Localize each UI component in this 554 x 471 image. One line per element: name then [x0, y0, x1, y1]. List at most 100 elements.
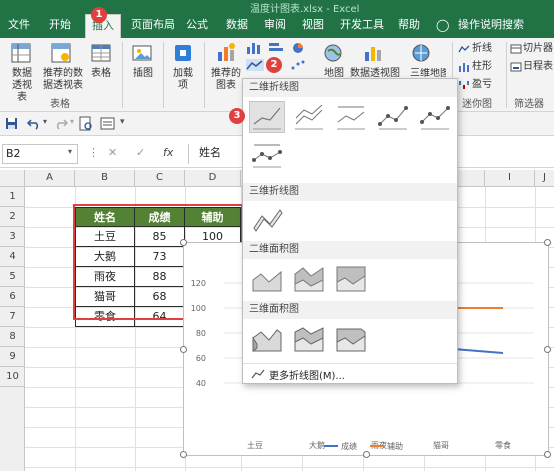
sparkline-line-button[interactable]: 折线 [472, 43, 492, 55]
percent-line-markers-option[interactable] [249, 139, 285, 171]
more-line-charts-link[interactable]: 更多折线图(M)... [269, 367, 345, 382]
line-markers-option[interactable] [375, 101, 411, 133]
select-all-corner[interactable] [0, 170, 25, 187]
lightbulb-icon: ◯ [436, 18, 450, 32]
row-header[interactable]: 5 [0, 267, 25, 287]
recommended-pivot-icon[interactable] [50, 42, 72, 64]
3d-stacked-area-option[interactable] [291, 323, 327, 355]
3d-area-option[interactable] [249, 323, 285, 355]
tell-me-search[interactable]: 操作说明搜索 [458, 17, 524, 37]
stacked-area-option[interactable] [291, 263, 327, 295]
row-header[interactable]: 4 [0, 247, 25, 267]
sparkline-column-button[interactable]: 柱形 [472, 61, 492, 73]
tab-review[interactable]: 审阅 [264, 17, 286, 37]
3d-line-option[interactable] [249, 203, 285, 235]
sparkline-line-icon [458, 45, 470, 53]
divider [204, 42, 205, 108]
column-header[interactable]: D [185, 170, 241, 187]
name-box[interactable]: B2 [2, 144, 78, 164]
group-sparklines-label: 迷你图 [462, 99, 492, 110]
percent-stacked-area-option[interactable] [333, 263, 369, 295]
chevron-down-icon[interactable]: ▾ [43, 117, 47, 126]
stacked-line-option[interactable] [291, 101, 327, 133]
y-tick-label: 60 [196, 354, 206, 363]
tab-formulas[interactable]: 公式 [186, 17, 208, 37]
table-button[interactable]: 表格 [88, 68, 114, 80]
scatter-chart-icon[interactable] [290, 59, 306, 71]
enter-icon[interactable]: ✓ [136, 146, 145, 159]
row-header[interactable]: 7 [0, 307, 25, 327]
slicer-icon [510, 44, 522, 54]
timeline-icon [510, 62, 522, 72]
row-header[interactable]: 8 [0, 327, 25, 347]
divider [163, 42, 164, 108]
step-badge-1: 1 [91, 7, 107, 23]
column-header[interactable]: B [75, 170, 135, 187]
row-header[interactable]: 1 [0, 187, 25, 207]
tab-data[interactable]: 数据 [226, 17, 248, 37]
chevron-down-icon[interactable]: ▾ [70, 117, 74, 126]
tab-page-layout[interactable]: 页面布局 [131, 17, 175, 37]
customize-qat-icon[interactable]: ▾ [120, 117, 125, 127]
pivot-chart-icon[interactable] [362, 42, 384, 64]
recommended-charts-icon[interactable] [215, 42, 237, 64]
illustrations-button[interactable]: 插图 [131, 68, 155, 80]
column-header[interactable]: C [135, 170, 185, 187]
resize-handle[interactable] [544, 346, 551, 353]
slicer-button[interactable]: 切片器 [523, 43, 553, 55]
table-icon[interactable] [90, 42, 112, 64]
line-chart-option[interactable] [249, 101, 285, 133]
line-chart-gallery: 二维折线图 三维折线图 二维面积图 三维面积图 更多折线图(M)... [242, 78, 458, 384]
insert-function-icon[interactable]: fx [163, 146, 173, 159]
percent-stacked-line-option[interactable] [333, 101, 369, 133]
group-filters-label: 筛选器 [514, 99, 544, 110]
divider [122, 42, 123, 108]
illustrations-icon[interactable] [131, 42, 153, 64]
resize-handle[interactable] [180, 239, 187, 246]
save-icon[interactable] [5, 117, 18, 130]
resize-handle[interactable] [544, 451, 551, 458]
stacked-line-markers-option[interactable] [417, 101, 453, 133]
recommended-charts-button[interactable]: 推荐的图表 [210, 68, 242, 92]
three-d-map-icon[interactable] [410, 42, 432, 64]
chevron-down-icon[interactable]: ▾ [68, 147, 72, 156]
form-icon[interactable] [100, 116, 115, 131]
print-preview-icon[interactable] [78, 116, 93, 131]
row-header[interactable]: 3 [0, 227, 25, 247]
column-header[interactable]: J [535, 170, 554, 187]
area-chart-option[interactable] [249, 263, 285, 295]
resize-handle[interactable] [363, 451, 370, 458]
row-header[interactable]: 6 [0, 287, 25, 307]
undo-icon[interactable] [27, 117, 41, 130]
row-header[interactable]: 2 [0, 207, 25, 227]
pie-chart-icon[interactable] [290, 42, 306, 54]
recommended-pivot-button[interactable]: 推荐的数据透视表 [40, 68, 86, 92]
addins-icon[interactable] [172, 42, 194, 64]
pivot-table-button[interactable]: 数据透视表 [8, 68, 36, 104]
addins-button[interactable]: 加载项 [170, 68, 196, 92]
cancel-icon[interactable]: ✕ [108, 146, 117, 159]
resize-handle[interactable] [544, 239, 551, 246]
column-header[interactable]: I [485, 170, 535, 187]
line-chart-icon [251, 369, 265, 379]
column-chart-icon[interactable] [246, 42, 262, 54]
sparkline-winloss-button[interactable]: 盈亏 [472, 79, 492, 91]
column-header[interactable]: A [25, 170, 75, 187]
tab-developer[interactable]: 开发工具 [340, 17, 384, 37]
redo-icon[interactable] [54, 117, 68, 130]
window-title: 温度计图表.xlsx - Excel [250, 4, 360, 15]
tab-help[interactable]: 帮助 [398, 17, 420, 37]
resize-handle[interactable] [180, 451, 187, 458]
bar-chart-icon[interactable] [268, 42, 284, 54]
tab-home[interactable]: 开始 [49, 17, 71, 37]
row-header[interactable]: 9 [0, 347, 25, 367]
tab-file[interactable]: 文件 [8, 17, 30, 37]
tab-view[interactable]: 视图 [302, 17, 324, 37]
timeline-button[interactable]: 日程表 [523, 61, 553, 73]
resize-handle[interactable] [180, 346, 187, 353]
3d-percent-area-option[interactable] [333, 323, 369, 355]
pivot-table-icon[interactable] [10, 42, 32, 64]
map-icon[interactable] [322, 42, 344, 64]
row-header[interactable]: 10 [0, 367, 25, 387]
line-chart-icon[interactable] [246, 59, 264, 71]
